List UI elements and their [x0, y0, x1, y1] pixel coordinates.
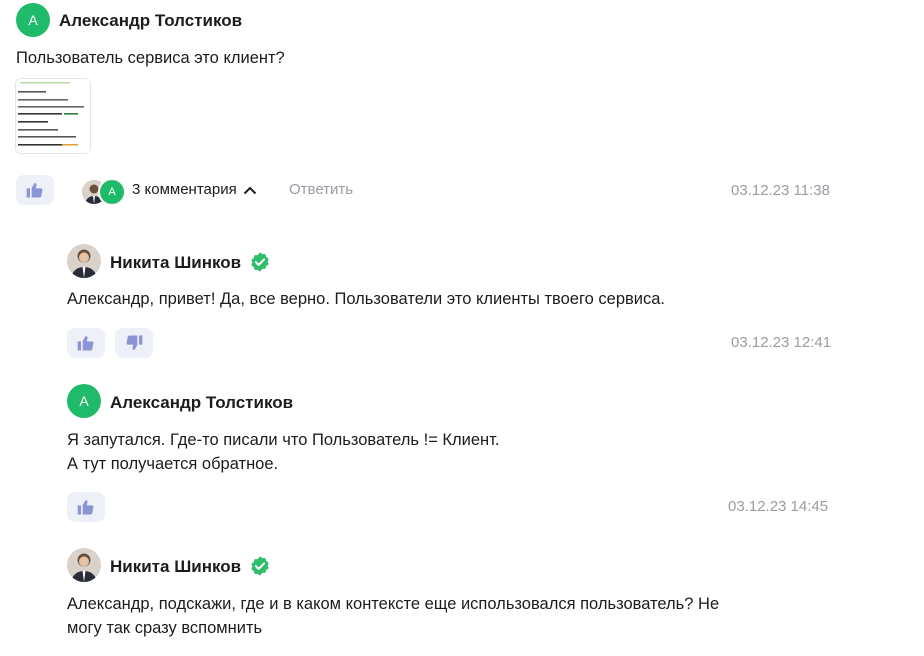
post-author-name[interactable]: Александр Толстиков: [59, 11, 242, 31]
comment-date: 03.12.23 12:41: [731, 334, 832, 351]
comment-date: 03.12.23 14:45: [728, 498, 829, 515]
commenter-letter-avatar: А: [98, 178, 126, 206]
comment-like-button[interactable]: [67, 328, 105, 358]
comments-toggle[interactable]: 3 комментария: [132, 181, 257, 198]
chevron-up-icon: [243, 186, 256, 194]
commenters-avatars[interactable]: А: [80, 178, 126, 206]
comment-author-name[interactable]: Никита Шинков: [110, 253, 241, 273]
comment-dislike-button[interactable]: [115, 328, 153, 358]
thumbs-up-icon: [77, 336, 94, 351]
comment-text-line-1: Я запутался. Где-то писали что Пользоват…: [67, 431, 500, 449]
comment-author-avatar[interactable]: [67, 548, 101, 582]
post-date: 03.12.23 11:38: [731, 182, 830, 199]
comment-text-line-2: могу так сразу вспомнить: [67, 619, 263, 637]
reply-link[interactable]: Ответить: [289, 181, 353, 198]
comment-text-line-2: А тут получается обратное.: [67, 455, 279, 473]
thumbs-up-icon: [26, 183, 43, 198]
comment-text-line-1: Александр, подскажи, где и в каком конте…: [67, 595, 720, 613]
author-avatar[interactable]: А: [16, 3, 50, 37]
comment-text: Александр, привет! Да, все верно. Пользо…: [67, 290, 665, 308]
thumbs-up-icon: [77, 500, 94, 515]
post-text: Пользователь сервиса это клиент?: [16, 49, 285, 67]
verified-badge-icon: [251, 252, 269, 272]
comment-author-name[interactable]: Никита Шинков: [110, 557, 241, 577]
post-like-button[interactable]: [16, 175, 54, 205]
comment-like-button[interactable]: [67, 492, 105, 522]
comment-author-avatar[interactable]: А: [67, 384, 101, 418]
verified-badge-icon: [251, 556, 269, 576]
comment-author-name[interactable]: Александр Толстиков: [110, 393, 293, 413]
comments-count-label: 3 комментария: [132, 181, 237, 198]
person-photo-icon: [67, 548, 101, 582]
person-photo-icon: [67, 244, 101, 278]
attachment-preview-image: [16, 79, 90, 153]
comment-author-avatar[interactable]: [67, 244, 101, 278]
thumbs-down-icon: [126, 335, 143, 350]
attachment-thumbnail[interactable]: [15, 78, 91, 154]
